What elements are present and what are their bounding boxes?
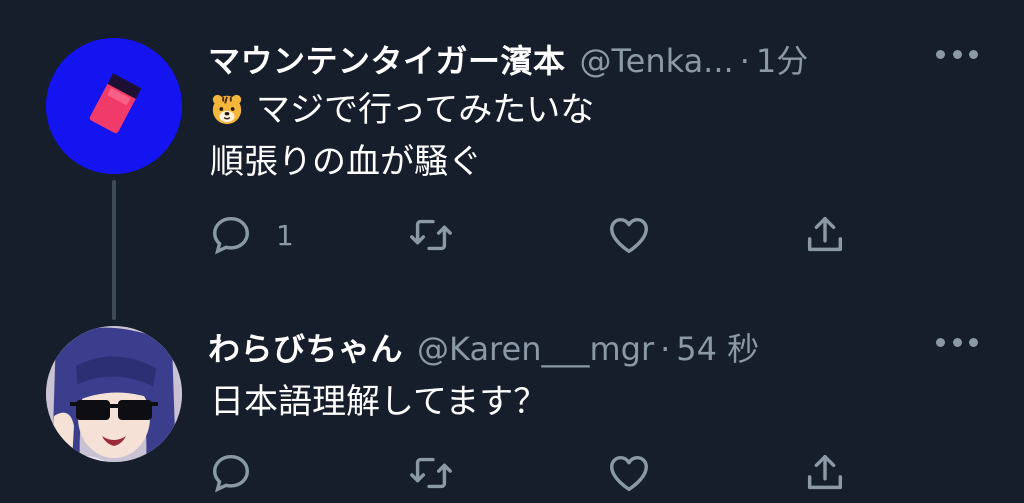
tweet[interactable]: マウンテンタイガー濱本 @Tenka... · 1分 マジで行ってみたいな 順張…: [0, 0, 1024, 320]
tweet-text: 日本語理解してます？: [210, 376, 547, 428]
separator-dot: ·: [739, 42, 750, 80]
tweet-text-line: 日本語理解してます？: [210, 382, 548, 422]
reply-button[interactable]: 1: [208, 210, 294, 260]
timestamp[interactable]: 54 秒: [676, 324, 759, 370]
retweet-button[interactable]: [408, 448, 454, 498]
action-bar: 1: [0, 210, 1024, 260]
like-button[interactable]: [606, 210, 652, 260]
reply-icon: [212, 216, 250, 255]
display-name[interactable]: わらびちゃん: [208, 324, 403, 370]
tweet-text: マジで行ってみたいな 順張りの血が騒ぐ: [210, 84, 594, 188]
user-handle[interactable]: @Karen___mgr: [417, 330, 654, 368]
heart-icon: [610, 455, 648, 492]
avatar[interactable]: [46, 326, 182, 462]
action-bar: [0, 448, 1024, 498]
tweet[interactable]: わらびちゃん @Karen___mgr · 54 秒 日本語理解してます？: [0, 300, 1024, 503]
tiger-face-icon: [212, 94, 242, 125]
like-button[interactable]: [606, 448, 652, 498]
retweet-icon: [410, 457, 452, 489]
reply-icon: [212, 454, 250, 493]
retweet-icon: [410, 219, 452, 251]
avatar-image: [46, 38, 182, 174]
share-icon: [807, 216, 843, 252]
share-icon: [807, 454, 843, 490]
heart-icon: [610, 217, 648, 254]
tweet-header: わらびちゃん @Karen___mgr · 54 秒: [208, 324, 759, 370]
avatar-image: [46, 326, 182, 462]
retweet-button[interactable]: [408, 210, 454, 260]
tweet-text-line: マジで行ってみたいな: [210, 84, 594, 136]
reply-button[interactable]: [208, 448, 254, 498]
tweet-text-line: 順張りの血が騒ぐ: [210, 142, 482, 182]
share-button[interactable]: [802, 448, 848, 498]
tweet-text-content: マジで行ってみたいな: [256, 90, 595, 130]
display-name[interactable]: マウンテンタイガー濱本: [208, 36, 566, 82]
tweet-header: マウンテンタイガー濱本 @Tenka... · 1分: [208, 36, 808, 82]
timestamp[interactable]: 1分: [756, 36, 808, 82]
share-button[interactable]: [802, 210, 848, 260]
user-handle[interactable]: @Tenka...: [580, 42, 734, 80]
reply-count: 1: [276, 218, 294, 252]
more-icon[interactable]: [936, 48, 978, 60]
avatar[interactable]: [46, 38, 182, 174]
more-icon[interactable]: [936, 336, 978, 348]
separator-dot: ·: [660, 330, 671, 368]
